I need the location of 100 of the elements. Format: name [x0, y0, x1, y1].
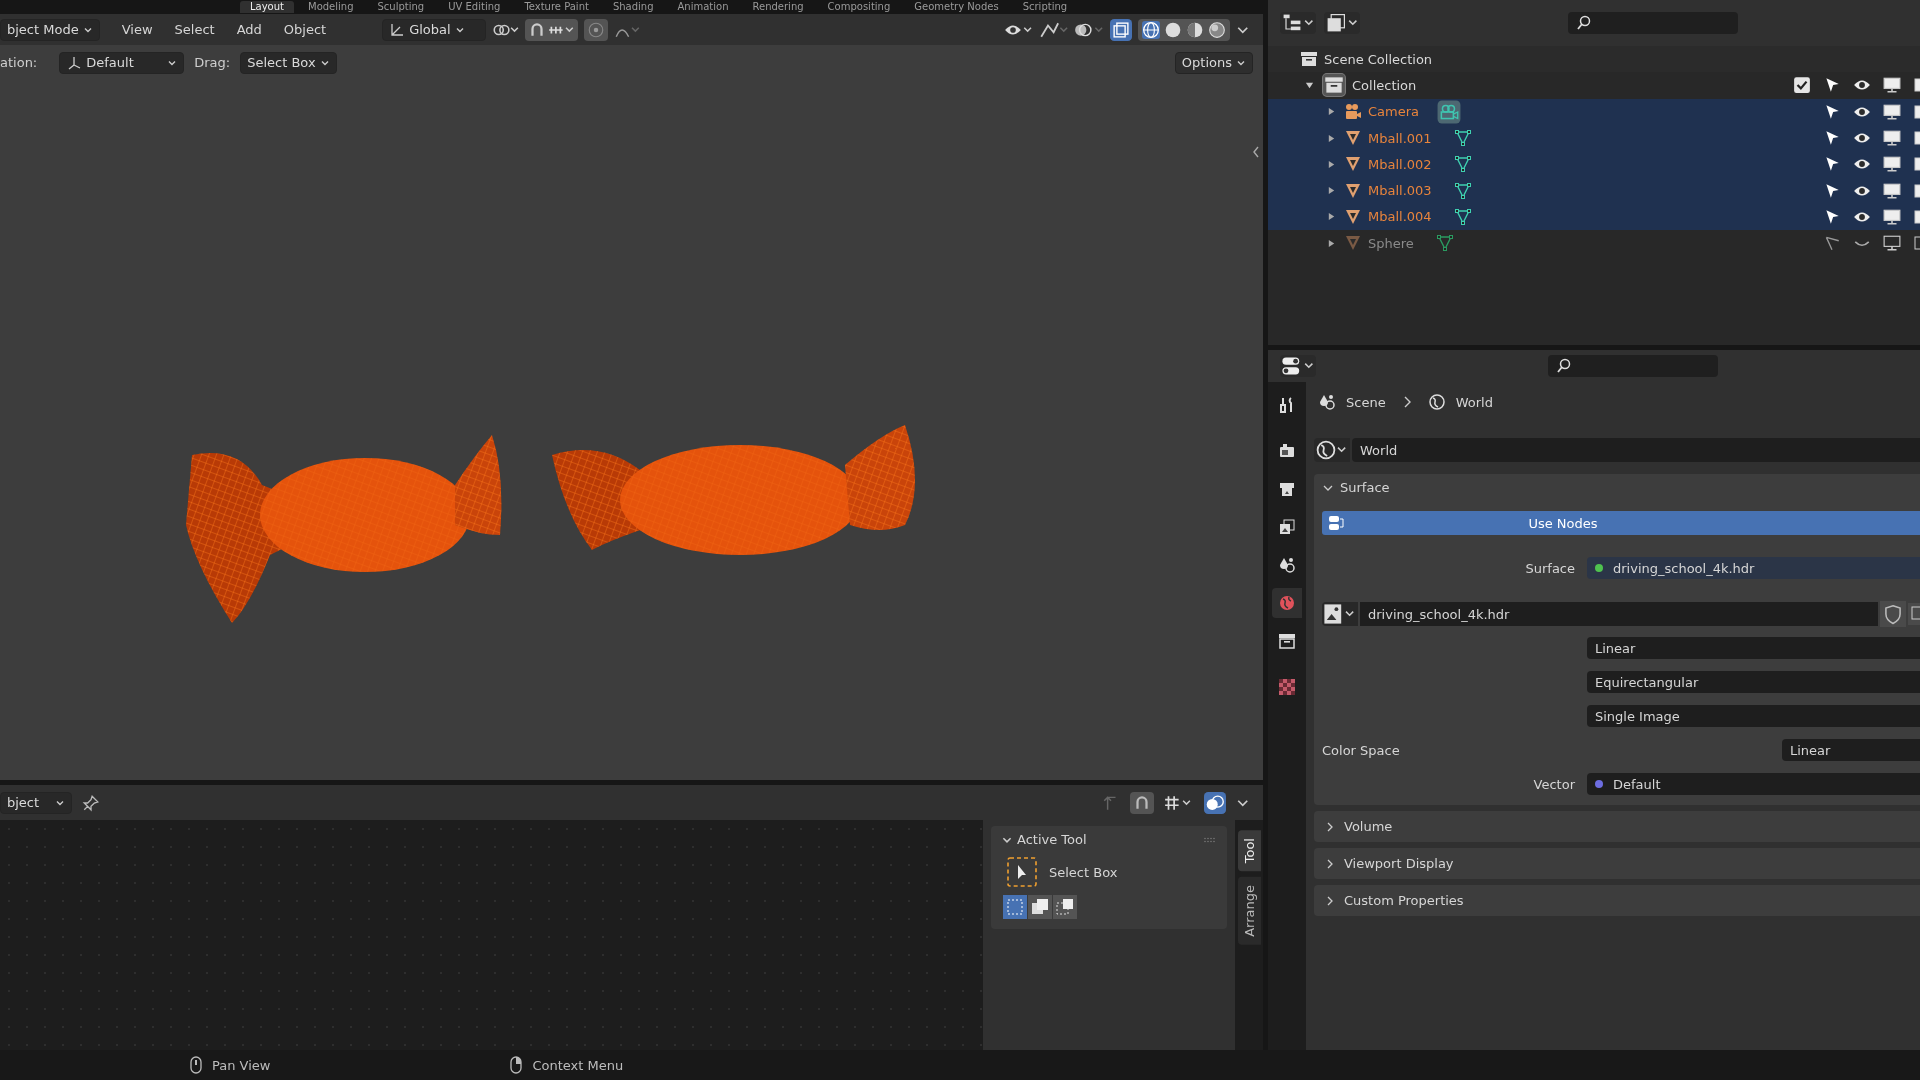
menu-item[interactable]: View — [113, 22, 161, 37]
sidebar-tab[interactable]: Arrange — [1237, 877, 1261, 946]
select-box-tool-icon[interactable] — [1007, 857, 1037, 887]
selectable-arrow-icon[interactable] — [1823, 181, 1841, 200]
xray-toggle-icon[interactable] — [1109, 18, 1132, 41]
options-dropdown[interactable]: Options — [1174, 51, 1253, 74]
workspace-tab[interactable]: Animation — [667, 1, 739, 13]
world-browse-icon[interactable] — [1314, 438, 1350, 462]
outliner-item-name: Scene Collection — [1324, 51, 1433, 67]
image-option-dropdown[interactable]: Single Image — [1587, 705, 1920, 727]
workspace-tab[interactable]: UV Editing — [438, 1, 511, 13]
sidebar-tab[interactable]: Tool — [1237, 830, 1261, 872]
expand-arrow-icon[interactable] — [1326, 133, 1336, 143]
collapsed-panel[interactable]: Volume — [1314, 811, 1920, 842]
workspace-tab[interactable]: Rendering — [742, 1, 814, 13]
display-mode-icon[interactable] — [1280, 12, 1316, 34]
outliner-row[interactable]: Mball.001 — [1268, 124, 1920, 152]
mesh-data-icon[interactable] — [1453, 129, 1472, 148]
expand-arrow-icon[interactable] — [1326, 186, 1336, 196]
outliner-row[interactable]: Mball.003 — [1268, 177, 1920, 204]
mesh-data-icon[interactable] — [1453, 155, 1472, 174]
selectable-arrow-icon[interactable] — [1823, 102, 1841, 121]
outliner-row[interactable]: Collection — [1268, 72, 1920, 99]
world-name-field[interactable]: World — [1352, 438, 1920, 462]
monitor-icon[interactable] — [1883, 234, 1901, 253]
search-field[interactable] — [1548, 355, 1718, 377]
workspace-tab[interactable]: Modeling — [298, 1, 364, 13]
monitor-icon[interactable] — [1883, 102, 1901, 121]
image-name-field[interactable]: driving_school_4k.hdr — [1360, 602, 1878, 626]
proportional-edit-icon[interactable] — [587, 20, 606, 39]
drag-dropdown[interactable]: Select Box — [240, 51, 337, 74]
collapsed-panel[interactable]: Viewport Display — [1314, 848, 1920, 879]
image-browse-icon[interactable] — [1322, 602, 1358, 626]
orientation-dropdown[interactable]: Global — [382, 18, 487, 41]
search-field[interactable] — [1568, 12, 1738, 34]
image-option-dropdown[interactable]: Equirectangular — [1587, 671, 1920, 693]
monitor-icon[interactable] — [1883, 181, 1901, 200]
drag-label: Drag: — [194, 55, 231, 70]
workspace-tab[interactable]: Sculpting — [367, 1, 435, 13]
search-icon — [1556, 358, 1572, 374]
breadcrumb-item[interactable]: World — [1455, 394, 1493, 410]
overlay-toggle-icon[interactable] — [1203, 791, 1226, 814]
editor-type-icon[interactable] — [1280, 355, 1316, 377]
grip-icon[interactable] — [1203, 836, 1217, 843]
orientation-label: ation: — [0, 55, 38, 70]
wireframe-shading-icon[interactable] — [1141, 20, 1160, 39]
image-option-dropdown[interactable]: Linear — [1587, 637, 1920, 659]
shield-icon[interactable] — [1880, 601, 1906, 627]
breadcrumb-item[interactable]: Scene — [1346, 394, 1386, 410]
select-subtract-icon[interactable] — [1053, 895, 1077, 919]
menu-item[interactable]: Add — [228, 22, 270, 37]
pin-icon[interactable] — [82, 793, 100, 812]
object-dropdown[interactable]: bject — [0, 791, 72, 814]
menu-item[interactable]: Object — [275, 22, 335, 37]
color-space-dropdown[interactable]: Linear — [1782, 739, 1920, 761]
globe-icon — [1278, 594, 1296, 612]
solid-shading-icon[interactable] — [1163, 20, 1182, 39]
expand-arrow-icon[interactable] — [1326, 159, 1336, 169]
monitor-icon[interactable] — [1883, 129, 1901, 148]
collapsed-panel[interactable]: Custom Properties — [1314, 885, 1920, 916]
outliner-row[interactable]: Mball.004 — [1268, 203, 1920, 231]
gizmo-icon[interactable] — [1039, 20, 1069, 39]
monitor-icon[interactable] — [1883, 155, 1901, 174]
vector-socket-field[interactable]: Default — [1587, 773, 1920, 795]
workspace-tab[interactable]: Texture Paint — [514, 1, 599, 13]
mesh-data-icon[interactable] — [1453, 181, 1472, 200]
expand-arrow-icon[interactable] — [1326, 107, 1336, 117]
exclude-checkbox[interactable] — [1793, 76, 1811, 95]
expand-arrow-icon[interactable] — [1326, 212, 1336, 222]
expand-arrow-icon[interactable] — [1304, 80, 1314, 90]
printer-icon — [1278, 480, 1296, 498]
workspace-tab[interactable]: Geometry Nodes — [904, 1, 1009, 13]
workspace-tab[interactable]: Shading — [602, 1, 664, 13]
use-nodes-button[interactable]: Use Nodes — [1322, 511, 1920, 535]
image-stack-icon — [1278, 518, 1296, 536]
panel-title[interactable]: Surface — [1340, 480, 1390, 495]
panel-title: Active Tool — [1017, 832, 1087, 847]
workspace-tab[interactable]: Scripting — [1012, 1, 1078, 13]
monitor-icon[interactable] — [1883, 76, 1901, 95]
property-label: Color Space — [1322, 742, 1400, 758]
outliner-row[interactable]: Sphere — [1268, 230, 1920, 257]
expand-arrow-icon[interactable] — [1326, 238, 1336, 248]
workspace-tab[interactable]: Layout — [240, 1, 294, 13]
mesh-data-icon[interactable] — [1453, 207, 1472, 226]
outliner-row[interactable]: Camera — [1268, 98, 1920, 125]
rendered-shading-icon[interactable] — [1207, 20, 1226, 39]
outliner-row[interactable]: Mball.002 — [1268, 151, 1920, 178]
workspace-tab[interactable]: Compositing — [817, 1, 901, 13]
mesh-data-icon[interactable] — [1435, 234, 1454, 253]
mode-dropdown[interactable]: bject Mode — [0, 18, 100, 41]
orientation-dropdown[interactable]: Default — [59, 51, 185, 74]
surface-socket-field[interactable]: driving_school_4k.hdr — [1587, 557, 1920, 579]
monitor-icon[interactable] — [1883, 207, 1901, 226]
camera-data-icon[interactable] — [1437, 99, 1462, 124]
menu-item[interactable]: Select — [166, 22, 223, 37]
material-shading-icon[interactable] — [1185, 20, 1204, 39]
filter-images-icon[interactable] — [1324, 12, 1360, 34]
selectable-arrow-icon[interactable] — [1823, 207, 1841, 226]
duplicate-icon[interactable] — [1908, 601, 1920, 627]
select-extend-icon[interactable] — [1028, 895, 1052, 919]
